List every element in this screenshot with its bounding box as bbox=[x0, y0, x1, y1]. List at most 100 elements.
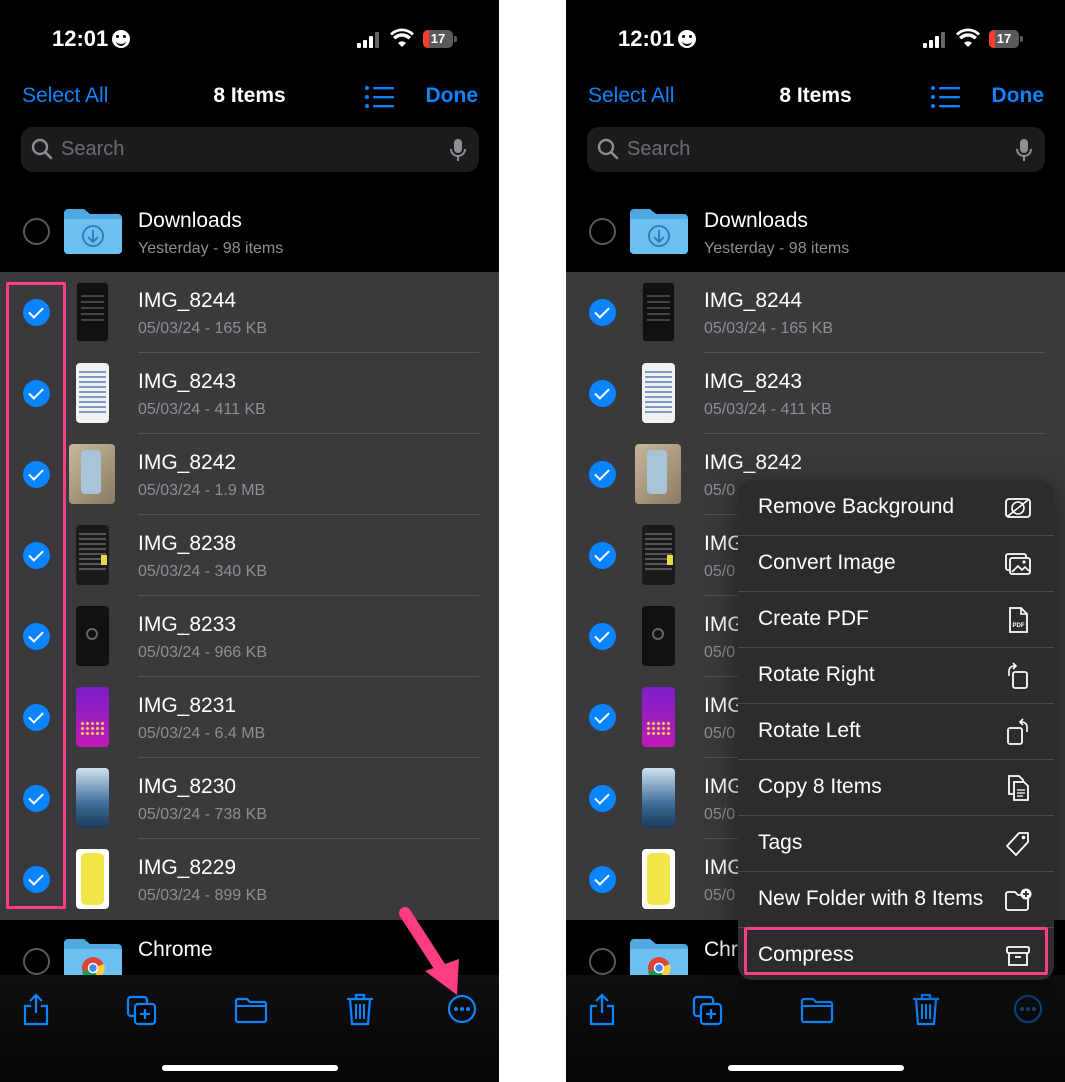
search-bar[interactable] bbox=[587, 127, 1045, 172]
image-thumbnail bbox=[76, 363, 109, 423]
image-thumbnail bbox=[69, 444, 115, 504]
list-item[interactable]: IMG_8242 05/03/24 - 1.9 MB bbox=[0, 434, 499, 515]
trash-icon[interactable] bbox=[910, 992, 942, 1026]
share-icon[interactable] bbox=[586, 992, 618, 1026]
list-item[interactable]: IMG_8230 05/03/24 - 738 KB bbox=[0, 758, 499, 839]
context-menu: Remove Background Convert Image Create P… bbox=[738, 480, 1054, 980]
file-meta: 05/03/24 - 411 KB bbox=[704, 401, 832, 418]
tag-icon bbox=[1006, 832, 1029, 856]
home-indicator bbox=[728, 1065, 904, 1071]
list-item[interactable]: IMG_8233 05/03/24 - 966 KB bbox=[0, 596, 499, 677]
image-thumbnail bbox=[642, 525, 675, 585]
menu-item-rotate-left[interactable]: Rotate Left bbox=[738, 704, 1054, 760]
file-meta: 05/03/24 - 899 KB bbox=[138, 887, 267, 904]
list-view-icon[interactable] bbox=[930, 86, 960, 108]
downloads-folder-icon bbox=[630, 209, 688, 254]
list-item[interactable]: IMG_8238 05/03/24 - 340 KB bbox=[0, 515, 499, 596]
more-ellipsis-icon[interactable] bbox=[1012, 992, 1044, 1026]
microphone-icon[interactable] bbox=[1015, 138, 1033, 162]
search-bar[interactable] bbox=[21, 127, 479, 172]
file-meta: Yesterday - 98 items bbox=[704, 240, 850, 257]
menu-item-remove-background[interactable]: Remove Background bbox=[738, 480, 1054, 536]
checkmark-icon[interactable] bbox=[589, 704, 616, 731]
file-meta: 05/03/24 - 165 KB bbox=[704, 320, 833, 337]
duplicate-icon[interactable] bbox=[126, 992, 158, 1026]
checkmark-icon[interactable] bbox=[589, 623, 616, 650]
move-folder-icon[interactable] bbox=[800, 992, 834, 1026]
menu-item-copy-items[interactable]: Copy 8 Items bbox=[738, 760, 1054, 816]
search-input[interactable] bbox=[627, 135, 987, 164]
image-thumbnail bbox=[642, 282, 675, 342]
wifi-icon bbox=[956, 28, 980, 47]
menu-item-new-folder[interactable]: New Folder with 8 Items bbox=[738, 872, 1054, 928]
page-title: 8 Items bbox=[213, 84, 286, 107]
duplicate-icon[interactable] bbox=[692, 992, 724, 1026]
menu-item-rotate-right[interactable]: Rotate Right bbox=[738, 648, 1054, 704]
copy-documents-icon bbox=[1008, 775, 1029, 801]
nav-bar: Select All 8 Items Done bbox=[566, 82, 1065, 114]
status-time: 12:01 bbox=[52, 26, 131, 52]
downloads-folder-icon bbox=[64, 209, 122, 254]
left-screenshot: 12:01 17 Select All 8 Items Done Downloa… bbox=[0, 0, 499, 1082]
done-button[interactable]: Done bbox=[426, 84, 479, 108]
selection-circle[interactable] bbox=[589, 218, 616, 245]
nav-bar: Select All 8 Items Done bbox=[0, 82, 499, 114]
image-thumbnail bbox=[642, 606, 675, 666]
image-thumbnail bbox=[76, 282, 109, 342]
checkmark-icon[interactable] bbox=[589, 542, 616, 569]
file-name: Chr bbox=[704, 938, 738, 961]
move-folder-icon[interactable] bbox=[234, 992, 268, 1026]
menu-item-convert-image[interactable]: Convert Image bbox=[738, 536, 1054, 592]
selection-circle[interactable] bbox=[23, 948, 50, 975]
selection-circle[interactable] bbox=[23, 218, 50, 245]
image-thumbnail bbox=[76, 525, 109, 585]
menu-item-tags[interactable]: Tags bbox=[738, 816, 1054, 872]
folder-plus-icon bbox=[1005, 888, 1032, 911]
share-icon[interactable] bbox=[20, 992, 52, 1026]
image-thumbnail bbox=[642, 687, 675, 747]
file-meta: 05/0 bbox=[704, 563, 736, 580]
list-item-downloads[interactable]: Downloads Yesterday - 98 items bbox=[566, 191, 1065, 272]
image-thumbnail bbox=[76, 768, 109, 828]
file-meta: 05/03/24 - 165 KB bbox=[138, 320, 267, 337]
list-item[interactable]: IMG_8243 05/03/24 - 411 KB bbox=[566, 353, 1065, 434]
microphone-icon[interactable] bbox=[449, 138, 467, 162]
file-meta: 05/03/24 - 1.9 MB bbox=[138, 482, 266, 499]
file-meta: 05/03/24 - 340 KB bbox=[138, 563, 267, 580]
list-item[interactable]: IMG_8244 05/03/24 - 165 KB bbox=[0, 272, 499, 353]
image-thumbnail bbox=[642, 768, 675, 828]
file-name: IMG_8242 bbox=[704, 451, 803, 474]
list-item[interactable]: IMG_8231 05/03/24 - 6.4 MB bbox=[0, 677, 499, 758]
trash-icon[interactable] bbox=[344, 992, 376, 1026]
file-meta: 05/0 bbox=[704, 887, 736, 904]
file-name: Chrome bbox=[138, 938, 213, 961]
checkmark-icon[interactable] bbox=[589, 299, 616, 326]
home-indicator bbox=[162, 1065, 338, 1071]
checkmark-icon[interactable] bbox=[589, 785, 616, 812]
selection-circle[interactable] bbox=[589, 948, 616, 975]
file-name: IMG_8229 bbox=[138, 856, 237, 879]
image-thumbnail bbox=[642, 363, 675, 423]
file-meta: 05/03/24 - 411 KB bbox=[138, 401, 266, 418]
file-meta: 05/03/24 - 738 KB bbox=[138, 806, 267, 823]
menu-item-create-pdf[interactable]: Create PDF PDF bbox=[738, 592, 1054, 648]
more-ellipsis-icon[interactable] bbox=[446, 992, 478, 1026]
done-button[interactable]: Done bbox=[992, 84, 1045, 108]
file-name: IMG_8231 bbox=[138, 694, 237, 717]
file-name: Downloads bbox=[704, 209, 808, 232]
file-name: IMG_8244 bbox=[704, 289, 803, 312]
checkmark-icon[interactable] bbox=[589, 461, 616, 488]
battery-indicator: 17 bbox=[423, 30, 457, 48]
list-item[interactable]: IMG_8243 05/03/24 - 411 KB bbox=[0, 353, 499, 434]
search-input[interactable] bbox=[61, 135, 421, 164]
list-item-downloads[interactable]: Downloads Yesterday - 98 items bbox=[0, 191, 499, 272]
page-title: 8 Items bbox=[779, 84, 852, 107]
status-bar: 12:01 17 bbox=[566, 22, 1065, 56]
list-view-icon[interactable] bbox=[364, 86, 394, 108]
checkmark-icon[interactable] bbox=[589, 380, 616, 407]
right-screenshot: 12:01 17 Select All 8 Items Done Downloa… bbox=[566, 0, 1065, 1082]
file-name: Downloads bbox=[138, 209, 242, 232]
list-item[interactable]: IMG_8244 05/03/24 - 165 KB bbox=[566, 272, 1065, 353]
checkmark-icon[interactable] bbox=[589, 866, 616, 893]
pdf-document-icon: PDF bbox=[1009, 607, 1028, 633]
